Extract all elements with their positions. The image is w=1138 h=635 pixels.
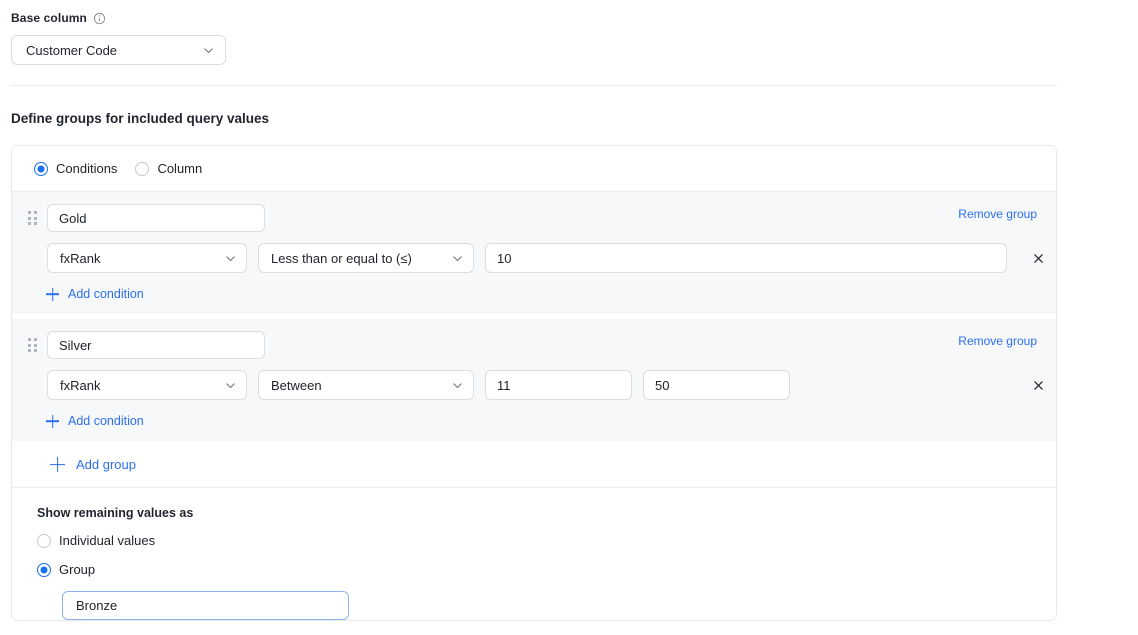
condition-value-input-to[interactable] (643, 370, 790, 400)
condition-operator-value: Between (271, 378, 445, 393)
plus-icon (46, 415, 59, 428)
remove-group-link[interactable]: Remove group (958, 207, 1037, 221)
condition-row: fxRank Less than or equal to (≤) (12, 243, 1056, 273)
add-group-button[interactable]: Add group (50, 457, 136, 472)
condition-field-select[interactable]: fxRank (47, 243, 247, 273)
base-column-label-row: Base column (11, 10, 1138, 26)
radio-label-column: Column (157, 161, 202, 176)
remaining-values-section: Show remaining values as Individual valu… (12, 488, 1056, 620)
radio-indicator-individual-values (37, 534, 51, 548)
group-name-input[interactable] (47, 204, 265, 232)
condition-operator-select[interactable]: Between (258, 370, 474, 400)
chevron-down-icon (451, 379, 464, 392)
chevron-down-icon (224, 252, 237, 265)
condition-field-select[interactable]: fxRank (47, 370, 247, 400)
condition-operator-value: Less than or equal to (≤) (271, 251, 445, 266)
base-column-selected-value: Customer Code (26, 43, 196, 58)
condition-value-input-from[interactable] (485, 370, 632, 400)
condition-value-input[interactable] (485, 243, 1007, 273)
group-block: Remove group fxRank Less than or equal t… (12, 192, 1056, 314)
add-condition-label: Add condition (68, 287, 144, 301)
add-group-label: Add group (76, 457, 136, 472)
radio-option-group[interactable]: Group (37, 562, 1056, 577)
close-x-icon (1032, 252, 1045, 265)
remove-condition-button[interactable] (1027, 247, 1049, 269)
group-header-row: Remove group (12, 204, 1056, 232)
chevron-down-icon (202, 44, 215, 57)
group-header-row: Remove group (12, 331, 1056, 359)
condition-field-value: fxRank (60, 378, 218, 393)
base-column-label: Base column (11, 11, 87, 25)
drag-handle-icon[interactable] (26, 336, 38, 354)
plus-icon (46, 288, 59, 301)
add-condition-row: Add condition (12, 284, 1056, 304)
section-divider (11, 85, 1057, 86)
add-condition-button[interactable]: Add condition (46, 287, 144, 301)
add-condition-label: Add condition (68, 414, 144, 428)
chevron-down-icon (451, 252, 464, 265)
radio-indicator-column (135, 162, 149, 176)
info-circle-icon[interactable] (93, 12, 106, 25)
radio-option-individual-values[interactable]: Individual values (37, 533, 1056, 548)
condition-row: fxRank Between (12, 370, 1056, 400)
base-column-select[interactable]: Customer Code (11, 35, 226, 65)
group-block: Remove group fxRank Between (12, 319, 1056, 441)
add-condition-row: Add condition (12, 411, 1056, 431)
radio-label-individual-values: Individual values (59, 533, 155, 548)
drag-handle-icon[interactable] (26, 209, 38, 227)
remove-group-link[interactable]: Remove group (958, 334, 1037, 348)
radio-option-column[interactable]: Column (135, 161, 202, 176)
radio-label-conditions: Conditions (56, 161, 117, 176)
remaining-group-name-wrap (37, 591, 1056, 620)
remaining-group-name-input[interactable] (62, 591, 349, 620)
remaining-values-title: Show remaining values as (37, 506, 1056, 520)
base-column-section: Base column Customer Code (0, 0, 1138, 65)
plus-icon (50, 457, 65, 472)
close-x-icon (1032, 379, 1045, 392)
define-groups-title: Define groups for included query values (11, 111, 1138, 126)
group-mode-radio-group: Conditions Column (12, 146, 1056, 191)
radio-indicator-group (37, 563, 51, 577)
group-name-input[interactable] (47, 331, 265, 359)
chevron-down-icon (224, 379, 237, 392)
add-condition-button[interactable]: Add condition (46, 414, 144, 428)
remove-condition-button[interactable] (1027, 374, 1049, 396)
add-group-row: Add group (12, 441, 1056, 487)
radio-indicator-conditions (34, 162, 48, 176)
condition-field-value: fxRank (60, 251, 218, 266)
radio-option-conditions[interactable]: Conditions (34, 161, 117, 176)
radio-label-group: Group (59, 562, 95, 577)
define-groups-card: Conditions Column Remove group fxRank (11, 145, 1057, 621)
condition-operator-select[interactable]: Less than or equal to (≤) (258, 243, 474, 273)
